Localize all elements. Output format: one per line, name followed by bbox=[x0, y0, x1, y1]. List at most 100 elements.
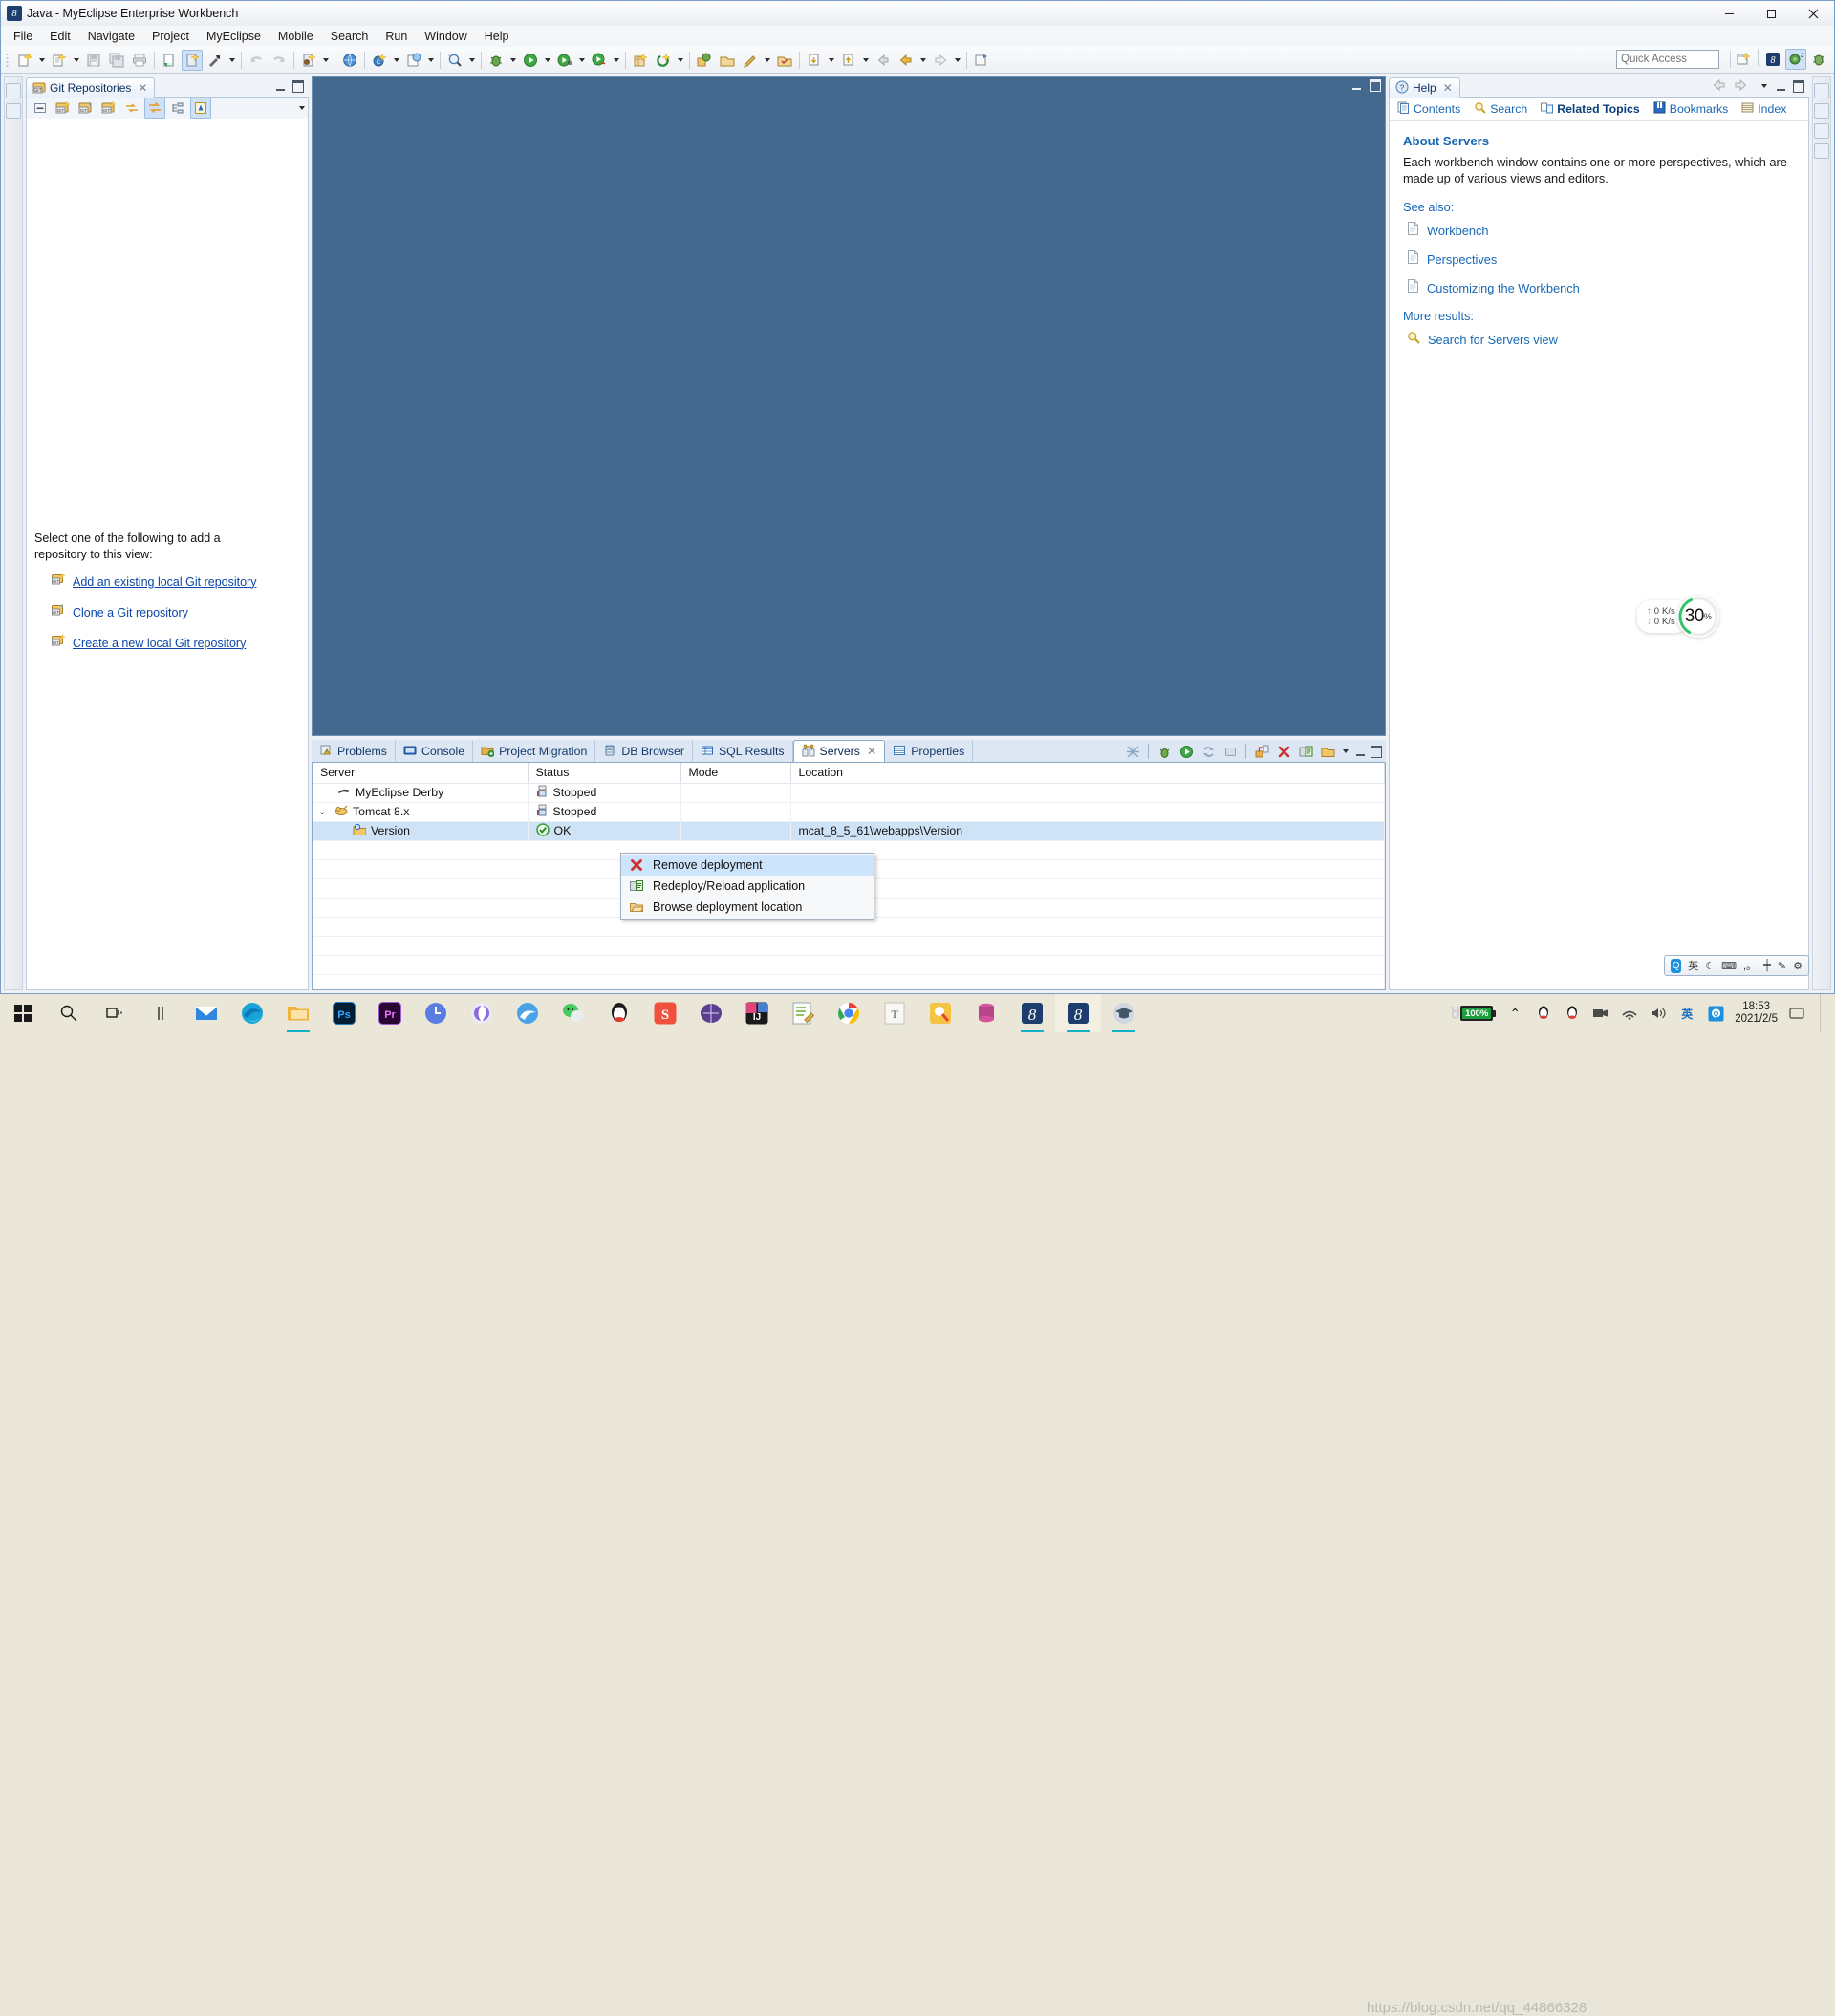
run-config-dropdown-icon[interactable] bbox=[576, 50, 587, 71]
myeclipse-java-ee-perspective-icon[interactable]: J bbox=[1785, 49, 1806, 70]
battery-icon[interactable]: 100% bbox=[1449, 1005, 1497, 1022]
undo-icon[interactable] bbox=[246, 50, 267, 71]
debug-dropdown-icon[interactable] bbox=[507, 50, 518, 71]
menu-help[interactable]: Help bbox=[476, 27, 518, 46]
tab-problems[interactable]: ! Problems bbox=[312, 741, 396, 762]
git-link-create-new[interactable]: GIT Create a new local Git repository bbox=[52, 634, 256, 653]
back-history-icon[interactable] bbox=[873, 50, 894, 71]
clone-repo-icon[interactable]: GIT bbox=[76, 98, 97, 119]
git-link-create-new-label[interactable]: Create a new local Git repository bbox=[73, 636, 246, 652]
tab-servers[interactable]: Servers ✕ bbox=[792, 740, 886, 762]
new-from-template-icon[interactable] bbox=[49, 50, 70, 71]
new-template-dropdown-icon[interactable] bbox=[71, 50, 81, 71]
restart-server-icon[interactable] bbox=[1198, 742, 1218, 761]
toolbar-grip[interactable] bbox=[5, 51, 11, 69]
refresh-dropdown-icon[interactable] bbox=[675, 50, 685, 71]
tab-help[interactable]: ? Help ✕ bbox=[1389, 77, 1460, 98]
toolbox-icon[interactable]: ✎ bbox=[1778, 960, 1786, 972]
column-location[interactable]: Location bbox=[790, 763, 1385, 784]
maximize-icon[interactable] bbox=[1369, 79, 1381, 92]
fetch-icon[interactable] bbox=[121, 98, 142, 119]
taskbar-clock[interactable]: 18:53 2021/2/5 bbox=[1735, 1001, 1778, 1026]
link-with-selection-icon[interactable] bbox=[167, 98, 188, 119]
screen-recorder-icon[interactable] bbox=[1591, 1004, 1610, 1023]
redo-icon[interactable] bbox=[269, 50, 290, 71]
help-link-workbench[interactable]: Workbench bbox=[1407, 222, 1795, 239]
help-nav-related-topics[interactable]: Related Topics bbox=[1541, 101, 1640, 117]
create-repo-icon[interactable]: GIT bbox=[98, 98, 119, 119]
show-desktop-button[interactable] bbox=[1820, 994, 1827, 1032]
ime-toolbar[interactable]: Q 英 ☾ ⌨ ,。 ╪ ✎ ⚙ bbox=[1664, 955, 1809, 976]
column-status[interactable]: Status bbox=[528, 763, 681, 784]
search-dropdown-icon[interactable] bbox=[466, 50, 477, 71]
prev-annotation-dropdown-icon[interactable] bbox=[860, 50, 871, 71]
deploy-icon[interactable] bbox=[298, 50, 319, 71]
column-mode[interactable]: Mode bbox=[680, 763, 791, 784]
navicat-icon[interactable] bbox=[688, 994, 734, 1032]
save-icon[interactable] bbox=[83, 50, 104, 71]
fast-view-restore-icon[interactable] bbox=[6, 83, 21, 98]
help-link-search-servers-view-label[interactable]: Search for Servers view bbox=[1428, 332, 1558, 348]
browse-location-icon[interactable] bbox=[1318, 742, 1337, 761]
qq-icon[interactable] bbox=[596, 994, 642, 1032]
table-row[interactable]: ⌄ Tomcat 8.x Stopped bbox=[313, 802, 1385, 822]
help-nav-contents[interactable]: Contents bbox=[1397, 101, 1460, 117]
help-link-customizing-workbench[interactable]: Customizing the Workbench bbox=[1407, 279, 1795, 296]
tab-git-repositories[interactable]: GIT Git Repositories ✕ bbox=[26, 77, 156, 98]
help-nav-search[interactable]: Search bbox=[1474, 101, 1527, 117]
git-push-icon[interactable] bbox=[717, 50, 738, 71]
debug-server-icon[interactable] bbox=[1155, 742, 1174, 761]
java-perspective-icon[interactable]: 8 bbox=[1762, 49, 1783, 70]
pdf-reader-icon[interactable] bbox=[918, 994, 963, 1032]
print-icon[interactable] bbox=[129, 50, 150, 71]
tab-db-browser[interactable]: DB Browser bbox=[595, 741, 693, 762]
sogou-icon[interactable]: S bbox=[642, 994, 688, 1032]
collapse-all-icon[interactable] bbox=[30, 98, 51, 119]
run-dropdown-icon[interactable] bbox=[542, 50, 552, 71]
pin-editor-icon[interactable] bbox=[971, 50, 992, 71]
minimize-icon[interactable] bbox=[1775, 80, 1787, 93]
new-wizard-dropdown-icon[interactable] bbox=[36, 50, 47, 71]
minimize-icon[interactable] bbox=[1350, 79, 1363, 92]
menu-myeclipse[interactable]: MyEclipse bbox=[198, 27, 270, 46]
task-view-icon[interactable] bbox=[92, 994, 138, 1032]
settings-icon[interactable]: ⚙ bbox=[1793, 960, 1803, 972]
maximize-icon[interactable] bbox=[1370, 746, 1382, 758]
git-link-clone[interactable]: GIT Clone a Git repository bbox=[52, 603, 256, 622]
forward-dropdown-icon[interactable] bbox=[952, 50, 962, 71]
intellij-idea-icon[interactable]: IJ bbox=[734, 994, 780, 1032]
next-annotation-dropdown-icon[interactable] bbox=[826, 50, 836, 71]
minimize-icon[interactable] bbox=[274, 80, 287, 93]
minimize-button[interactable] bbox=[1708, 1, 1750, 26]
open-browser-icon[interactable] bbox=[339, 50, 360, 71]
search-icon[interactable] bbox=[444, 50, 465, 71]
menu-navigate[interactable]: Navigate bbox=[79, 27, 143, 46]
servers-filter-icon[interactable] bbox=[1123, 742, 1142, 761]
file-explorer-icon[interactable] bbox=[275, 994, 321, 1032]
help-link-perspectives-label[interactable]: Perspectives bbox=[1427, 251, 1497, 268]
external-tools-icon[interactable] bbox=[589, 50, 610, 71]
new-package-icon[interactable] bbox=[630, 50, 651, 71]
external-tools-dropdown-icon[interactable] bbox=[611, 50, 621, 71]
qq-tray-icon[interactable] bbox=[1534, 1004, 1553, 1023]
tab-project-migration[interactable]: Project Migration bbox=[473, 741, 596, 762]
context-menu-item-browse-location[interactable]: Browse deployment location bbox=[621, 897, 874, 918]
annotate-icon[interactable] bbox=[740, 50, 761, 71]
editor-area[interactable] bbox=[312, 76, 1386, 736]
premiere-icon[interactable]: Pr bbox=[367, 994, 413, 1032]
view-menu-icon[interactable] bbox=[1759, 76, 1769, 97]
build-dropdown-icon[interactable] bbox=[227, 50, 237, 71]
git-commit-icon[interactable] bbox=[694, 50, 715, 71]
close-button[interactable] bbox=[1792, 1, 1834, 26]
new-web-project-icon[interactable] bbox=[182, 49, 203, 71]
add-repo-icon[interactable]: GIT bbox=[53, 98, 74, 119]
new-class-icon[interactable]: C bbox=[369, 50, 390, 71]
open-type-icon[interactable] bbox=[403, 50, 424, 71]
fast-view-palette-icon[interactable] bbox=[1814, 143, 1829, 159]
menu-edit[interactable]: Edit bbox=[41, 27, 79, 46]
tab-sql-results[interactable]: SQL Results bbox=[693, 741, 793, 762]
mail-icon[interactable] bbox=[184, 994, 229, 1032]
fast-view-snippets-icon[interactable] bbox=[1814, 123, 1829, 139]
network-speed-widget[interactable]: ↑ 0 K/s ↓ 0 K/s 30% bbox=[1637, 596, 1719, 638]
push-icon[interactable] bbox=[144, 98, 165, 119]
